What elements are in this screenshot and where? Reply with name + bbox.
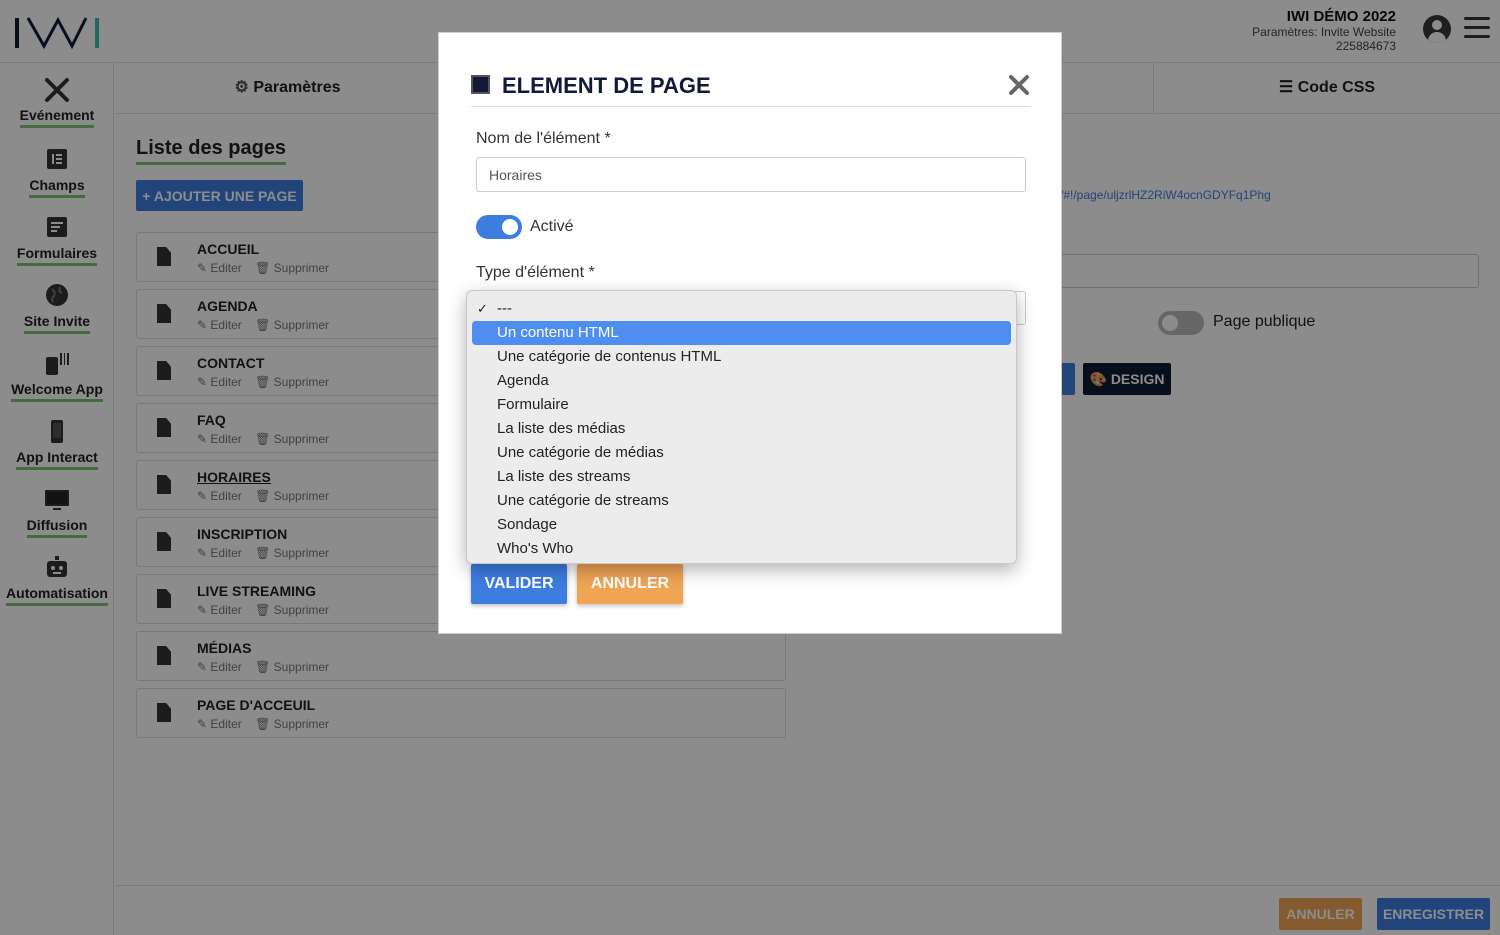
dropdown-option[interactable]: La liste des médias: [472, 417, 1011, 441]
dropdown-option[interactable]: ✓ ---: [472, 297, 1011, 321]
validate-button[interactable]: VALIDER: [471, 564, 567, 604]
modal-divider: [471, 106, 1031, 107]
dropdown-option[interactable]: Une catégorie de streams: [472, 489, 1011, 513]
dropdown-option[interactable]: La liste des streams: [472, 465, 1011, 489]
option-label: Who's Who: [497, 540, 574, 557]
dropdown-option-highlighted[interactable]: Un contenu HTML: [472, 321, 1011, 345]
option-label: Une catégorie de contenus HTML: [497, 348, 722, 365]
dropdown-option[interactable]: Agenda: [472, 369, 1011, 393]
dropdown-option[interactable]: Sondage: [472, 513, 1011, 537]
element-name-input[interactable]: [476, 157, 1026, 192]
option-label: Une catégorie de streams: [497, 492, 669, 509]
dropdown-option[interactable]: Who's Who: [472, 537, 1011, 561]
option-label: La liste des médias: [497, 420, 626, 437]
dropdown-option[interactable]: Une catégorie de médias: [472, 441, 1011, 465]
option-label: Une catégorie de médias: [497, 444, 664, 461]
active-toggle[interactable]: [476, 215, 522, 239]
checkmark-icon: ✓: [477, 301, 488, 316]
modal-title: ELEMENT DE PAGE: [502, 73, 711, 98]
dropdown-option[interactable]: Une catégorie de contenus HTML: [472, 345, 1011, 369]
option-label: Formulaire: [497, 396, 569, 413]
dropdown-option[interactable]: Formulaire: [472, 393, 1011, 417]
option-label: Agenda: [497, 372, 549, 389]
active-label: Activé: [530, 218, 574, 235]
element-type-label: Type d'élément *: [476, 264, 595, 281]
element-name-label: Nom de l'élément *: [476, 130, 611, 147]
element-type-dropdown: ✓ --- Un contenu HTML Une catégorie de co…: [466, 290, 1017, 564]
option-label: ---: [497, 300, 512, 317]
option-label: Un contenu HTML: [497, 324, 619, 341]
option-label: La liste des streams: [497, 468, 631, 485]
square-icon: [471, 75, 490, 94]
cancel-button[interactable]: ANNULER: [577, 564, 683, 604]
close-icon[interactable]: [1007, 73, 1031, 97]
option-label: Sondage: [497, 516, 558, 533]
